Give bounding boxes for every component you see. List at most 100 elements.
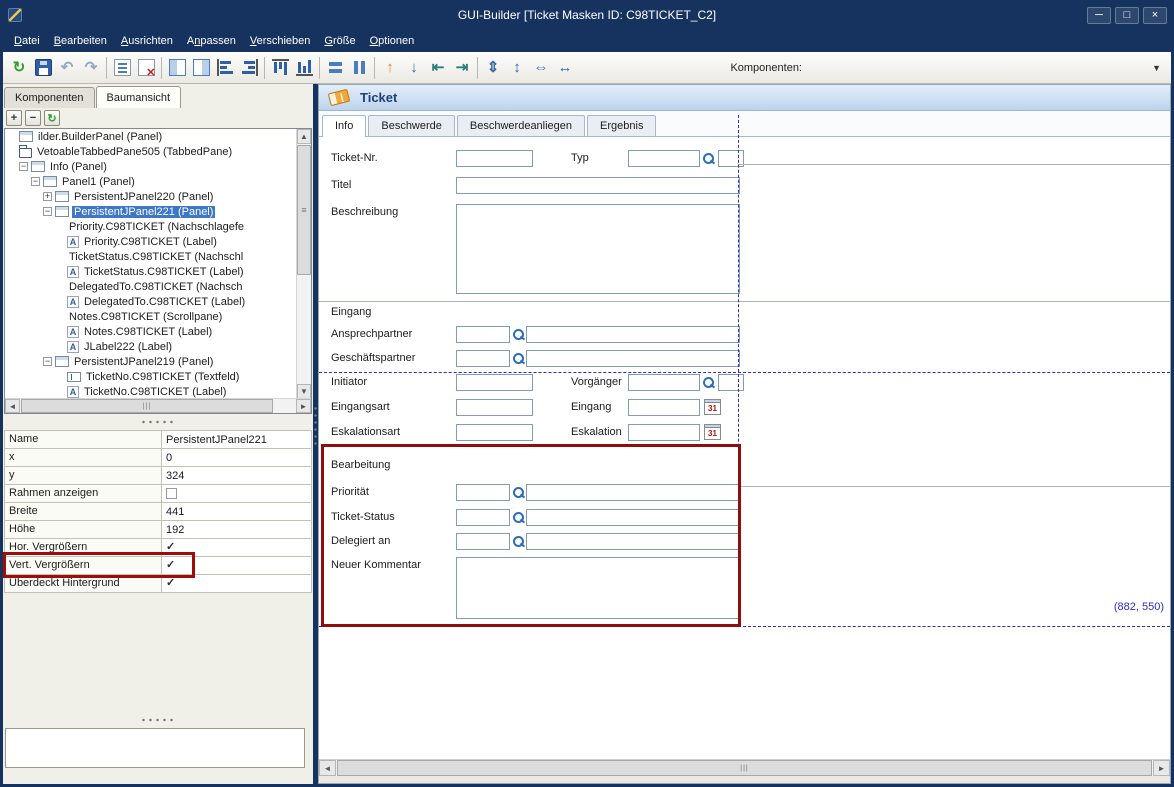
scroll-left-icon[interactable]: ◄	[5, 399, 20, 413]
move-down-icon[interactable]: ↓	[402, 56, 426, 80]
tab-komponenten[interactable]: Komponenten	[4, 87, 95, 108]
save-icon[interactable]	[31, 56, 55, 80]
panel-left-icon[interactable]	[165, 56, 189, 80]
beschreibung-textarea[interactable]	[456, 204, 740, 294]
minimize-button[interactable]: ─	[1087, 7, 1111, 24]
tree-item[interactable]: DelegatedTo.C98TICKET (Nachsch	[5, 279, 296, 294]
eingangsart-input[interactable]	[456, 399, 533, 416]
stretch-height-icon[interactable]: ↕	[505, 56, 529, 80]
tree-item[interactable]: −PersistentJPanel219 (Panel)	[5, 354, 296, 369]
scroll-right-icon[interactable]: ►	[296, 399, 311, 413]
align-top-edges-icon[interactable]	[268, 56, 292, 80]
scroll-up-icon[interactable]: ▲	[297, 129, 311, 144]
calendar-icon[interactable]: 31	[704, 399, 721, 415]
ansprechpartner-id-input[interactable]	[456, 326, 510, 343]
tree-horizontal-scrollbar[interactable]: ◄ ||| ►	[5, 398, 311, 413]
tree-item[interactable]: ilder.BuilderPanel (Panel)	[5, 129, 296, 144]
collapse-icon[interactable]: −	[43, 207, 52, 216]
form-tab-info[interactable]: Info	[322, 115, 366, 137]
typ-input[interactable]	[628, 150, 700, 167]
tree-item[interactable]: VetoableTabbedPane505 (TabbedPane)	[5, 144, 296, 159]
refresh-tree-button[interactable]: ↻	[44, 110, 60, 126]
geschaeftspartner-id-input[interactable]	[456, 350, 510, 367]
komponenten-dropdown[interactable]: ▼	[802, 58, 1167, 78]
align-right-edges-icon[interactable]	[237, 56, 261, 80]
form-tab-beschwerdeanliegen[interactable]: Beschwerdeanliegen	[457, 115, 585, 136]
scrollbar-thumb[interactable]: |||	[21, 399, 273, 413]
undo-icon[interactable]: ↶	[55, 56, 79, 80]
move-right-icon[interactable]: ⇥	[450, 56, 474, 80]
scroll-right-icon[interactable]: ►	[1153, 760, 1170, 776]
splitter-handle[interactable]	[140, 717, 176, 723]
tree-item[interactable]: TicketNo.C98TICKET (Textfeld)	[5, 369, 296, 384]
eskalation-date-input[interactable]	[628, 424, 700, 441]
calendar-icon[interactable]: 31	[704, 424, 721, 440]
redo-icon[interactable]: ↷	[79, 56, 103, 80]
expand-all-button[interactable]: +	[6, 110, 22, 126]
menu-item-optionen[interactable]: Optionen	[363, 32, 422, 50]
splitter-handle[interactable]	[140, 419, 176, 425]
tree-item[interactable]: ANotes.C98TICKET (Label)	[5, 324, 296, 339]
component-list-icon[interactable]	[110, 56, 134, 80]
grid-horizontal-icon[interactable]	[323, 56, 347, 80]
collapse-icon[interactable]: −	[19, 162, 28, 171]
maximize-button[interactable]: □	[1115, 7, 1139, 24]
lookup-icon[interactable]	[702, 152, 715, 165]
align-left-edges-icon[interactable]	[213, 56, 237, 80]
vorgaenger-extra-input[interactable]	[718, 374, 744, 391]
collapse-icon[interactable]: −	[31, 177, 40, 186]
same-height-icon[interactable]: ⇕	[481, 56, 505, 80]
checkbox[interactable]	[166, 488, 177, 499]
lookup-icon[interactable]	[702, 376, 715, 389]
form-tab-beschwerde[interactable]: Beschwerde	[368, 115, 455, 136]
lookup-icon[interactable]	[512, 328, 525, 341]
close-button[interactable]: ×	[1143, 7, 1167, 24]
tab-baumansicht[interactable]: Baumansicht	[96, 86, 182, 108]
tree-item[interactable]: Notes.C98TICKET (Scrollpane)	[5, 309, 296, 324]
menu-item-bearbeiten[interactable]: Bearbeiten	[47, 32, 114, 50]
scroll-down-icon[interactable]: ▼	[297, 384, 311, 399]
scroll-left-icon[interactable]: ◄	[319, 760, 336, 776]
form-tab-ergebnis[interactable]: Ergebnis	[587, 115, 656, 136]
geschaeftspartner-name-input[interactable]	[526, 350, 740, 367]
vorgaenger-input[interactable]	[628, 374, 700, 391]
eskalationsart-input[interactable]	[456, 424, 533, 441]
scrollbar-thumb[interactable]: |||	[337, 760, 1152, 776]
tree-item[interactable]: APriority.C98TICKET (Label)	[5, 234, 296, 249]
expand-icon[interactable]: +	[43, 192, 52, 201]
tree-item[interactable]: ADelegatedTo.C98TICKET (Label)	[5, 294, 296, 309]
menu-item-größe[interactable]: Größe	[317, 32, 362, 50]
designer-horizontal-scrollbar[interactable]: ◄ ||| ►	[319, 759, 1170, 776]
menu-item-anpassen[interactable]: Anpassen	[180, 32, 243, 50]
titel-input[interactable]	[456, 177, 740, 194]
menu-item-verschieben[interactable]: Verschieben	[243, 32, 318, 50]
menu-item-datei[interactable]: Datei	[7, 32, 47, 50]
ticket-nr-input[interactable]	[456, 150, 533, 167]
tree-vertical-scrollbar[interactable]: ▲ ≡ ▼	[296, 129, 311, 399]
refresh-icon[interactable]: ↻	[7, 56, 31, 80]
tree-item[interactable]: ATicketStatus.C98TICKET (Label)	[5, 264, 296, 279]
ansprechpartner-name-input[interactable]	[526, 326, 740, 343]
move-left-icon[interactable]: ⇤	[426, 56, 450, 80]
same-width-icon[interactable]: ⇔	[529, 56, 553, 80]
tree-item[interactable]: Priority.C98TICKET (Nachschlagefe	[5, 219, 296, 234]
tree-item[interactable]: −Panel1 (Panel)	[5, 174, 296, 189]
stretch-width-icon[interactable]: ↔	[553, 56, 577, 80]
panel-right-icon[interactable]	[189, 56, 213, 80]
checkmark-icon[interactable]: ✓	[166, 578, 175, 589]
tree-item[interactable]: −PersistentJPanel221 (Panel)	[5, 204, 296, 219]
collapse-all-button[interactable]: −	[25, 110, 41, 126]
tree-item[interactable]: ATicketNo.C98TICKET (Label)	[5, 384, 296, 399]
menu-item-ausrichten[interactable]: Ausrichten	[114, 32, 180, 50]
collapse-icon[interactable]: −	[43, 357, 52, 366]
move-up-icon[interactable]: ↑	[378, 56, 402, 80]
align-bottom-edges-icon[interactable]	[292, 56, 316, 80]
component-delete-icon[interactable]	[134, 56, 158, 80]
initiator-input[interactable]	[456, 374, 533, 391]
tree-item[interactable]: −Info (Panel)	[5, 159, 296, 174]
grid-vertical-icon[interactable]	[347, 56, 371, 80]
eingang-date-input[interactable]	[628, 399, 700, 416]
tree-item[interactable]: TicketStatus.C98TICKET (Nachschl	[5, 249, 296, 264]
lookup-icon[interactable]	[512, 352, 525, 365]
tree-item[interactable]: +PersistentJPanel220 (Panel)	[5, 189, 296, 204]
